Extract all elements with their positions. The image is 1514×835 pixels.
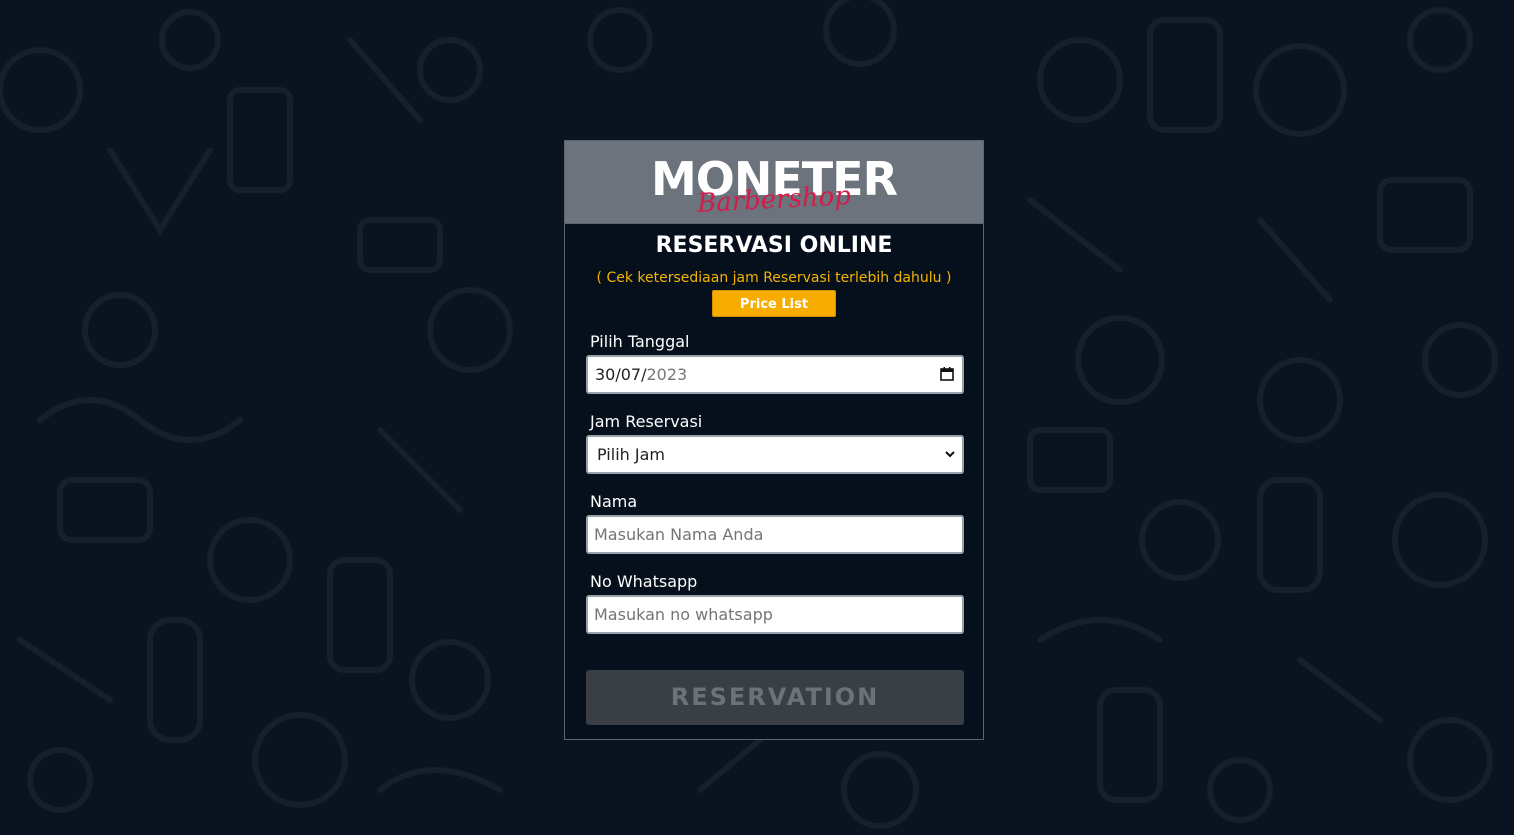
calendar-icon[interactable]	[940, 367, 954, 381]
name-input[interactable]	[588, 517, 962, 552]
date-input[interactable]: 30/07/2023	[586, 355, 964, 394]
date-value: 30/07/2023	[595, 365, 688, 384]
availability-note: ( Cek ketersediaan jam Reservasi terlebi…	[596, 270, 952, 286]
reservation-card: MONETER Barbershop RESERVASI ONLINE ( Ce…	[564, 140, 984, 740]
reservation-button[interactable]: RESERVATION	[586, 670, 964, 725]
name-label: Nama	[590, 492, 638, 511]
card-header: MONETER Barbershop	[565, 141, 983, 224]
time-select-value: Pilih Jam	[597, 445, 665, 464]
whatsapp-field-wrapper	[586, 595, 964, 634]
name-field-wrapper	[586, 515, 964, 554]
whatsapp-label: No Whatsapp	[590, 572, 698, 591]
whatsapp-input[interactable]	[588, 597, 962, 632]
chevron-down-icon	[945, 451, 955, 458]
price-list-button[interactable]: Price List	[712, 290, 836, 317]
date-label: Pilih Tanggal	[590, 332, 690, 351]
time-select[interactable]: Pilih Jam	[586, 435, 964, 474]
time-label: Jam Reservasi	[590, 412, 703, 431]
form-title: RESERVASI ONLINE	[655, 233, 893, 258]
